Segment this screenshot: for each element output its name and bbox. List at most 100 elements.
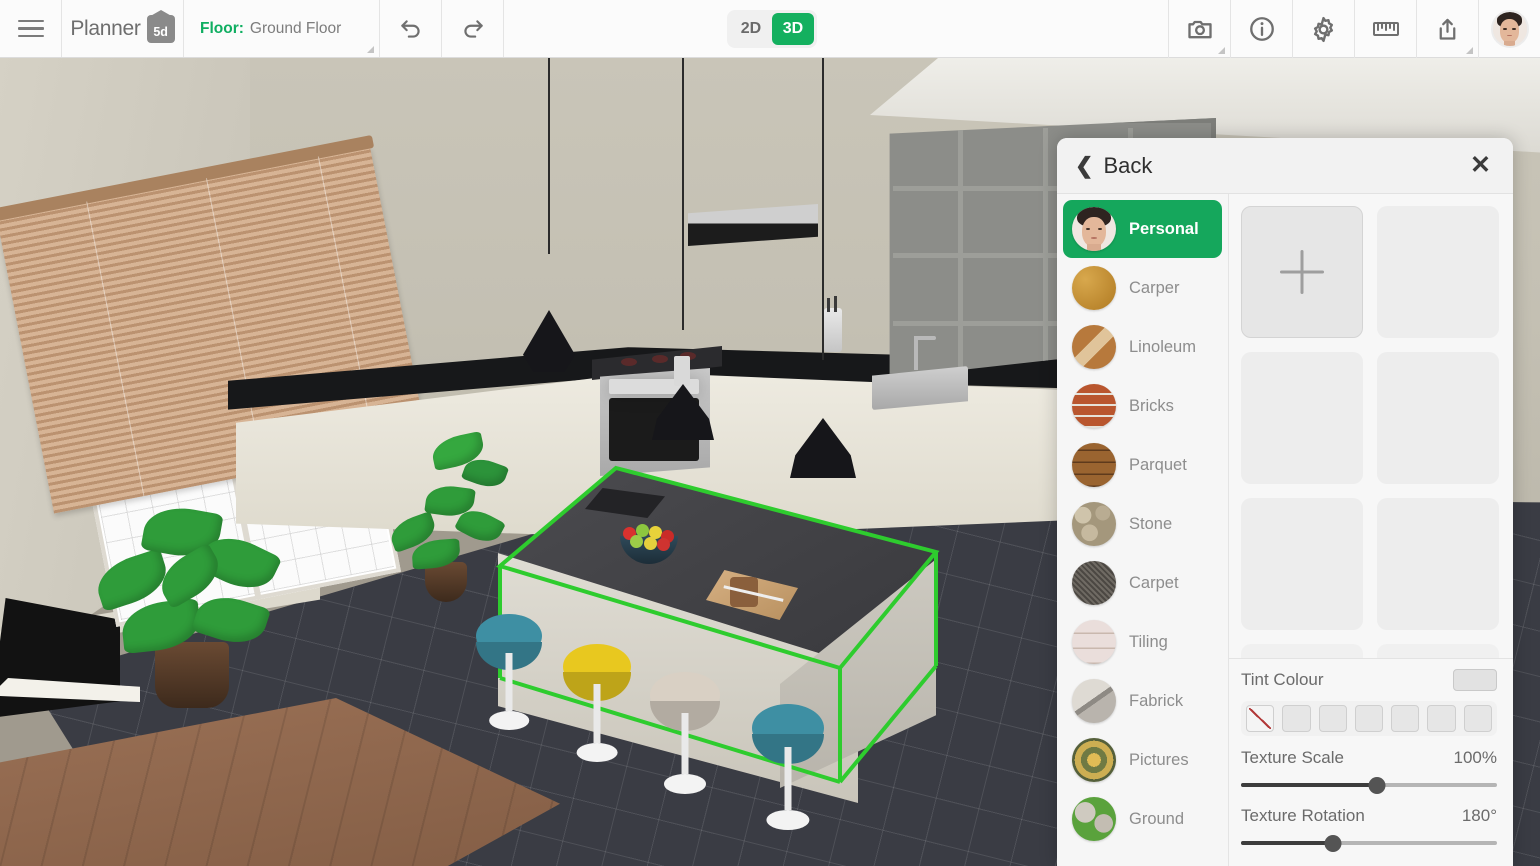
tiling-texture-thumb	[1072, 620, 1116, 664]
tint-swatch-strip[interactable]	[1241, 701, 1497, 736]
ground-texture-thumb	[1072, 797, 1116, 841]
texture-scale-control: Texture Scale 100%	[1241, 748, 1497, 794]
plus-icon	[1280, 250, 1324, 294]
panel-header: ❮ Back ✕	[1057, 138, 1513, 194]
brand-badge-icon: 5d	[146, 14, 175, 43]
plant-large	[90, 498, 292, 708]
add-material-tile[interactable]	[1241, 206, 1363, 338]
bar-stool-beige[interactable]	[650, 672, 720, 794]
sidebar-item-personal[interactable]: Personal	[1063, 200, 1222, 258]
tint-colour-row: Tint Colour	[1241, 669, 1497, 691]
sidebar-item-fabrick[interactable]: Fabrick	[1063, 672, 1222, 730]
material-controls: Tint Colour Texture Scale 100% Texture R…	[1229, 658, 1513, 866]
texture-scale-slider[interactable]	[1241, 776, 1497, 794]
pendant-cord	[548, 58, 550, 254]
texture-scale-value: 100%	[1453, 748, 1497, 767]
faucet	[914, 336, 936, 370]
texture-rotation-slider[interactable]	[1241, 834, 1497, 852]
sidebar-item-label: Ground	[1129, 809, 1185, 828]
tab-2d[interactable]: 2D	[730, 13, 772, 45]
sidebar-item-label: Pictures	[1129, 750, 1189, 769]
back-button[interactable]: ❮ Back	[1075, 153, 1152, 179]
tab-3d[interactable]: 3D	[772, 13, 814, 45]
material-tile-empty[interactable]	[1241, 644, 1363, 658]
sidebar-item-pictures[interactable]: Pictures	[1063, 731, 1222, 789]
view-mode-toggle[interactable]: 2D 3D	[727, 10, 817, 48]
tint-colour-preview[interactable]	[1453, 669, 1497, 691]
texture-rotation-knob[interactable]	[1324, 835, 1342, 852]
tint-swatch[interactable]	[1318, 705, 1347, 732]
pictures-texture-thumb	[1072, 738, 1116, 782]
info-circle-icon	[1249, 17, 1274, 41]
fabrick-texture-thumb	[1072, 679, 1116, 723]
texture-rotation-control: Texture Rotation 180°	[1241, 806, 1497, 852]
carpet-texture-thumb	[1072, 561, 1116, 605]
settings-button[interactable]	[1292, 0, 1354, 58]
sidebar-item-label: Personal	[1129, 219, 1199, 238]
bar-stool-teal-1[interactable]	[476, 614, 542, 730]
top-toolbar: Planner 5d Floor: Ground Floor 2D 3D	[0, 0, 1540, 58]
category-list[interactable]: Personal Carper Linoleum Bricks Parquet	[1057, 194, 1229, 866]
share-upload-icon	[1439, 18, 1456, 40]
stone-texture-thumb	[1072, 502, 1116, 546]
tint-swatch[interactable]	[1354, 705, 1384, 732]
undo-arrow-icon	[400, 19, 420, 38]
material-tile-empty[interactable]	[1377, 206, 1499, 338]
sidebar-item-ground[interactable]: Ground	[1063, 790, 1222, 848]
toolbar-right-actions	[1168, 0, 1540, 58]
bar-stool-teal-2[interactable]	[752, 704, 824, 830]
texture-scale-knob[interactable]	[1368, 777, 1386, 794]
sidebar-item-carper[interactable]: Carper	[1063, 259, 1222, 317]
tint-swatch[interactable]	[1463, 705, 1492, 732]
material-tile-empty[interactable]	[1241, 352, 1363, 484]
close-panel-button[interactable]: ✕	[1470, 153, 1491, 178]
ruler-button[interactable]	[1354, 0, 1416, 58]
sidebar-item-label: Carpet	[1129, 573, 1179, 592]
tint-colour-label: Tint Colour	[1241, 670, 1324, 689]
materials-panel: ❮ Back ✕ Personal Carper Linoleum Bricks…	[1057, 138, 1513, 866]
camera-icon	[1187, 20, 1212, 39]
expand-corner-icon	[1466, 47, 1473, 54]
tint-swatch[interactable]	[1427, 705, 1456, 732]
sidebar-item-bricks[interactable]: Bricks	[1063, 377, 1222, 435]
material-tile-empty[interactable]	[1377, 644, 1499, 658]
personal-avatar-thumb	[1072, 207, 1116, 251]
content-column: Tint Colour Texture Scale 100% Texture R…	[1229, 194, 1513, 866]
camera-button[interactable]	[1168, 0, 1230, 58]
linoleum-texture-thumb	[1072, 325, 1116, 369]
share-button[interactable]	[1416, 0, 1478, 58]
material-tile-empty[interactable]	[1241, 498, 1363, 630]
user-account-button[interactable]	[1478, 0, 1540, 58]
sidebar-item-label: Bricks	[1129, 396, 1174, 415]
sidebar-item-carpet[interactable]: Carpet	[1063, 554, 1222, 612]
texture-rotation-fill	[1241, 841, 1334, 845]
sidebar-item-parquet[interactable]: Parquet	[1063, 436, 1222, 494]
chevron-left-icon: ❮	[1075, 152, 1094, 178]
tint-swatch[interactable]	[1391, 705, 1420, 732]
floor-label: Floor:	[200, 19, 244, 37]
sidebar-item-linoleum[interactable]: Linoleum	[1063, 318, 1222, 376]
sidebar-item-stone[interactable]: Stone	[1063, 495, 1222, 553]
tint-swatch-none[interactable]	[1246, 705, 1275, 732]
sidebar-item-label: Parquet	[1129, 455, 1187, 474]
floor-selector[interactable]: Floor: Ground Floor	[184, 0, 380, 57]
bar-stool-yellow[interactable]	[563, 644, 631, 762]
redo-button[interactable]	[442, 0, 504, 57]
sidebar-item-tiling[interactable]: Tiling	[1063, 613, 1222, 671]
parquet-texture-thumb	[1072, 443, 1116, 487]
hamburger-menu-icon	[17, 15, 44, 42]
info-button[interactable]	[1230, 0, 1292, 58]
expand-corner-icon	[1218, 47, 1225, 54]
menu-button[interactable]	[0, 0, 62, 57]
panel-body: Personal Carper Linoleum Bricks Parquet	[1057, 194, 1513, 866]
undo-button[interactable]	[380, 0, 442, 57]
sidebar-item-label: Tiling	[1129, 632, 1168, 651]
planner5d-app: Planner 5d Floor: Ground Floor 2D 3D ❮ B…	[0, 0, 1540, 866]
tint-swatch[interactable]	[1282, 705, 1311, 732]
brand-name: Planner	[70, 16, 141, 40]
brand-logo[interactable]: Planner 5d	[62, 0, 184, 57]
material-tile-empty[interactable]	[1377, 498, 1499, 630]
material-tile-empty[interactable]	[1377, 352, 1499, 484]
sidebar-item-label: Linoleum	[1129, 337, 1196, 356]
material-tile-grid[interactable]	[1229, 194, 1513, 658]
